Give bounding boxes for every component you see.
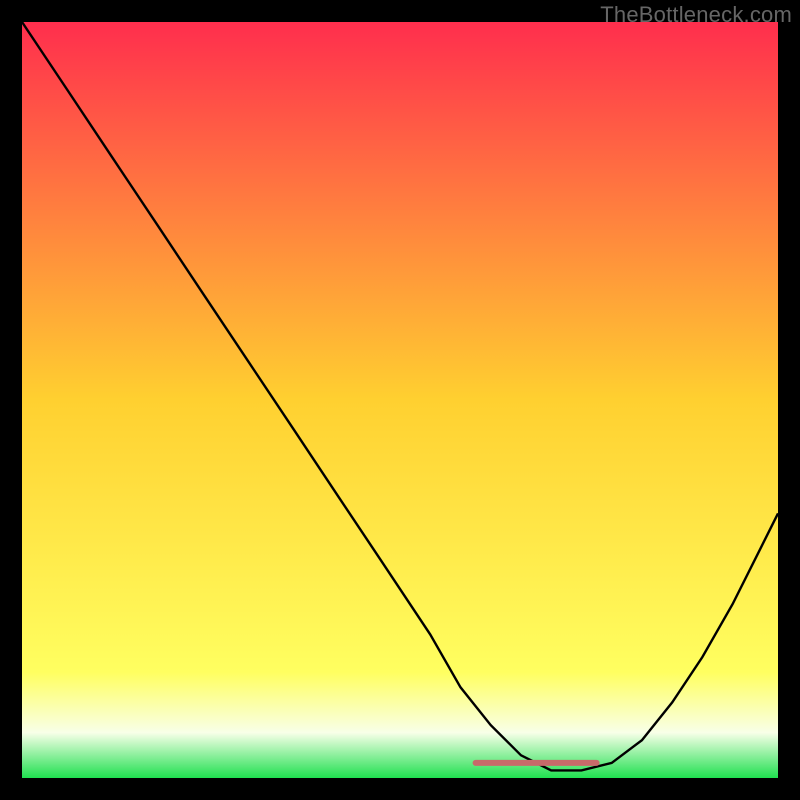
chart-frame: TheBottleneck.com (0, 0, 800, 800)
bottleneck-chart (22, 22, 778, 778)
gradient-background (22, 22, 778, 778)
